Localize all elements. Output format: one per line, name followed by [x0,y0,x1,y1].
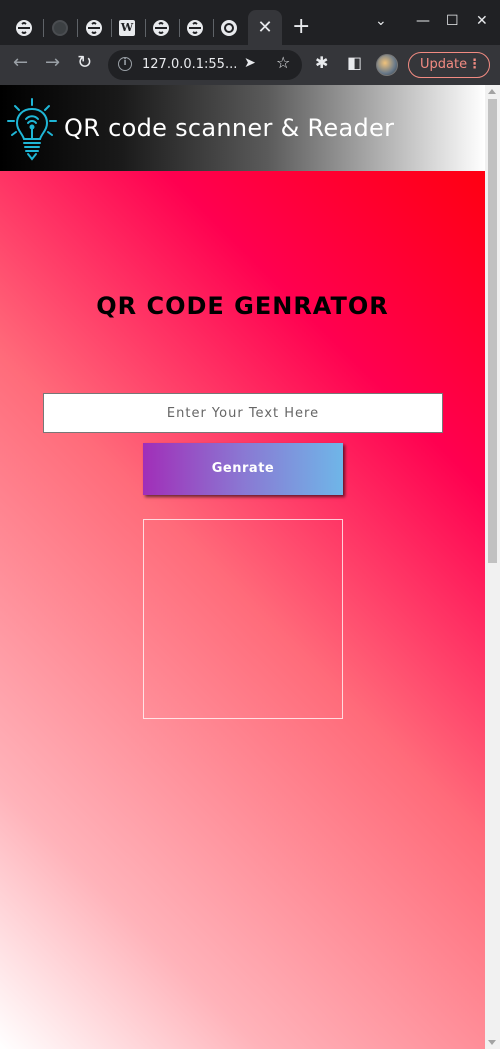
profile-avatar[interactable] [376,54,398,76]
browser-tab[interactable] [43,11,77,45]
globe-icon [187,20,203,36]
browser-tab[interactable] [212,11,246,45]
browser-tab[interactable] [77,11,111,45]
bookmark-star-icon[interactable]: ☆ [276,55,290,71]
browser-toolbar: ← → ↻ i 127.0.0.1:55... ➤ ☆ ✱ ◧ Update ⋮ [0,45,500,85]
browser-tab-strip: W ✕ + ⌄ — ☐ ✕ [0,0,500,45]
minimize-icon[interactable]: — [416,14,430,28]
send-icon[interactable]: ➤ [244,56,256,70]
lightbulb-icon [7,98,57,161]
globe-icon [153,20,169,36]
page-viewport: QR code scanner & Reader QR CODE GENRATO… [0,85,500,1049]
update-label: Update [420,57,468,72]
scroll-down-icon[interactable] [488,1040,496,1045]
page-background: QR code scanner & Reader QR CODE GENRATO… [0,85,485,1049]
browser-tab[interactable] [144,11,178,45]
address-bar[interactable]: i 127.0.0.1:55... ➤ ☆ [108,50,302,80]
globe-icon [86,20,102,36]
new-tab-button[interactable]: + [292,16,310,38]
close-window-icon[interactable]: ✕ [476,14,488,28]
globe-icon [16,20,32,36]
browser-tab[interactable] [7,11,41,45]
github-icon [52,20,68,36]
back-icon[interactable]: ← [13,54,28,72]
browser-tab[interactable] [178,11,212,45]
update-button[interactable]: Update ⋮ [408,52,490,78]
address-text[interactable]: 127.0.0.1:55... [142,57,237,73]
generate-button[interactable]: Genrate [143,443,343,495]
scroll-up-icon[interactable] [488,89,496,94]
extensions-icon[interactable]: ✱ [315,55,328,71]
maximize-icon[interactable]: ☐ [446,14,459,28]
reload-icon[interactable]: ↻ [77,54,92,72]
qr-code-output [143,519,343,719]
side-panel-icon[interactable]: ◧ [347,55,362,71]
chrome-icon [221,20,237,36]
scrollbar[interactable] [485,85,500,1049]
page-heading: QR CODE GENRATOR [96,292,389,320]
qr-text-input[interactable] [43,393,443,433]
browser-tab-active[interactable]: ✕ [248,10,282,45]
scrollbar-thumb[interactable] [488,99,497,563]
wikipedia-icon: W [119,20,135,36]
info-icon[interactable]: i [118,57,132,71]
menu-dots-icon: ⋮ [468,57,481,72]
close-icon[interactable]: ✕ [257,18,272,37]
forward-icon[interactable]: → [45,54,60,72]
tab-search-icon[interactable]: ⌄ [375,14,387,28]
browser-tab[interactable]: W [110,11,144,45]
site-title: QR code scanner & Reader [64,114,395,142]
site-header: QR code scanner & Reader [0,85,485,171]
